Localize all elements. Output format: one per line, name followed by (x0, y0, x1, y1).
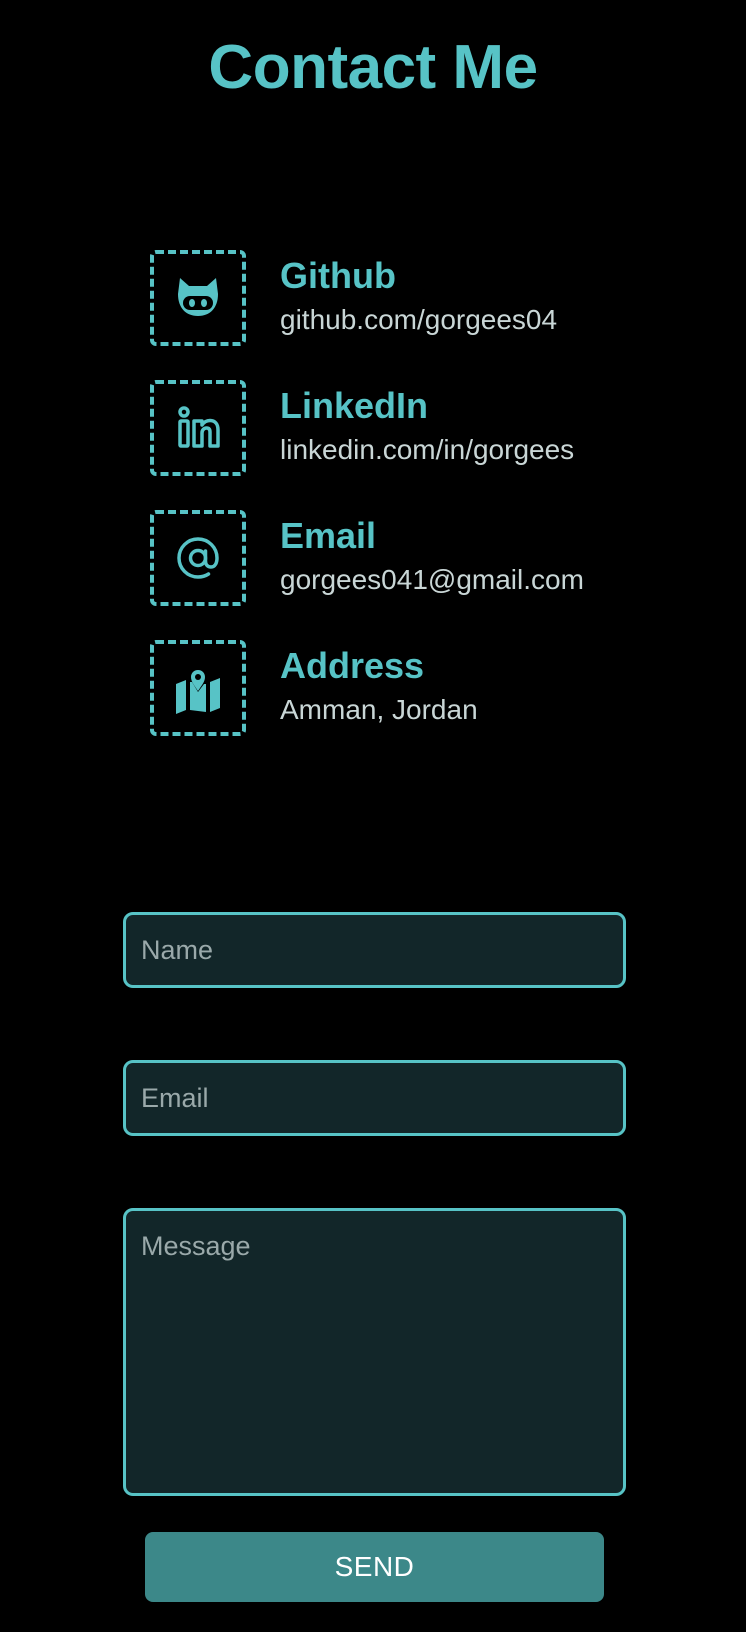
email-link[interactable]: gorgees041@gmail.com (280, 562, 584, 598)
send-button[interactable]: SEND (145, 1532, 604, 1602)
contact-item-address: Address Amman, Jordan (150, 640, 670, 736)
contact-label: LinkedIn (280, 385, 429, 426)
linkedin-icon (150, 380, 246, 476)
github-icon (150, 250, 246, 346)
linkedin-link[interactable]: linkedin.com/in/gorgees (280, 432, 574, 468)
page-title: Contact Me (208, 33, 538, 102)
contact-item-github: Github github.com/gorgees04 (150, 250, 670, 346)
github-link[interactable]: github.com/gorgees04 (280, 302, 557, 338)
contact-label: Email (280, 515, 377, 556)
contact-list: Github github.com/gorgees04 LinkedIn lin… (150, 250, 670, 770)
contact-item-email: Email gorgees041@gmail.com (150, 510, 670, 606)
contact-item-linkedin: LinkedIn linkedin.com/in/gorgees (150, 380, 670, 476)
map-pin-icon (150, 640, 246, 736)
address-text: Amman, Jordan (280, 694, 478, 725)
contact-form: SEND (123, 912, 626, 1602)
email-input[interactable] (123, 1060, 626, 1136)
contact-label: Github (280, 255, 396, 296)
contact-label: Address (280, 645, 425, 686)
at-sign-icon (150, 510, 246, 606)
message-textarea[interactable] (123, 1208, 626, 1496)
name-input[interactable] (123, 912, 626, 988)
